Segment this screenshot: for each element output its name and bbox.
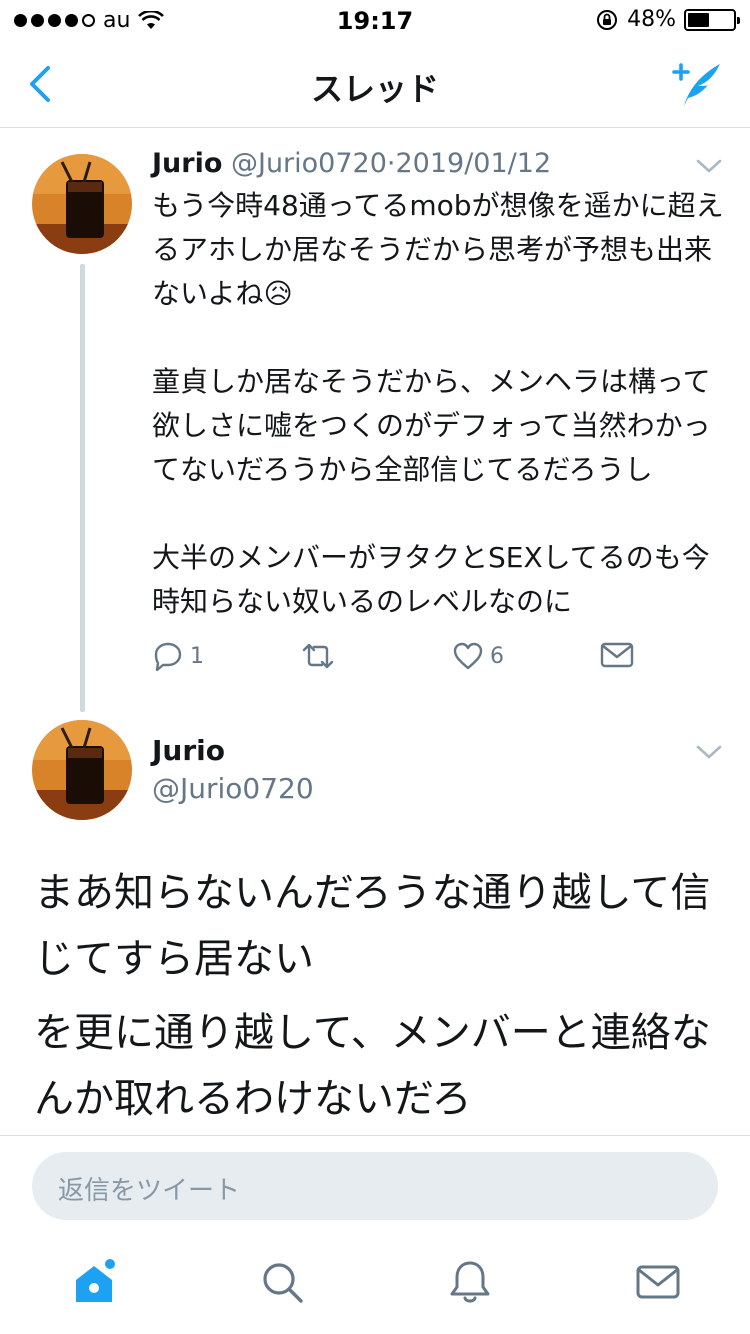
messages-envelope-icon[interactable] xyxy=(634,1258,682,1306)
tweet-paragraph: まあ知らないんだろうな通り越して信じてすら居ない xyxy=(34,870,711,982)
heart-icon xyxy=(453,642,483,670)
tweet-actions: 1 6 xyxy=(152,640,652,680)
tweet-date: 2019/01/12 xyxy=(395,148,552,179)
reply-action[interactable]: 1 xyxy=(152,640,204,672)
tab-bar xyxy=(0,1244,750,1334)
avatar[interactable] xyxy=(32,154,132,254)
envelope-icon xyxy=(600,642,634,668)
navigation-bar: スレッド xyxy=(0,40,750,128)
display-name[interactable]: Jurio xyxy=(152,734,225,767)
tweet-paragraph: 童貞しか居なそうだから、メンヘラは構って欲しさに嘘をつくのがデフォって当然わかっ… xyxy=(152,365,711,486)
focused-tweet-text: まあ知らないんだろうな通り越して信じてすら居ない を更に通り越して、メンバーと連… xyxy=(34,860,724,1140)
like-action[interactable]: 6 xyxy=(452,640,504,672)
page-title: スレッド xyxy=(310,70,439,108)
search-icon[interactable] xyxy=(258,1258,306,1306)
compose-tweet-icon[interactable] xyxy=(668,58,724,110)
reply-placeholder: 返信をツイート xyxy=(58,1176,241,1206)
reply-icon xyxy=(154,642,182,672)
rotation-lock-icon xyxy=(597,9,618,30)
display-name[interactable]: Jurio xyxy=(152,148,222,179)
battery-icon xyxy=(684,8,740,31)
retweet-icon xyxy=(302,643,334,669)
tweet-paragraph: を更に通り越して、メンバーと連絡なんか取れるわけないだろ xyxy=(34,1010,711,1122)
like-count: 6 xyxy=(490,643,504,669)
tweet-paragraph: もう今時48通ってるmobが想像を遥かに超えるアホしか居なそうだから思考が予想も… xyxy=(152,189,724,310)
notifications-bell-icon[interactable] xyxy=(446,1258,494,1306)
status-bar: au 19:17 48% xyxy=(0,0,750,40)
user-handle[interactable]: @Jurio0720 xyxy=(152,772,314,805)
tweet-header: Jurio @Jurio0720·2019/01/12 xyxy=(152,148,551,179)
reply-count: 1 xyxy=(190,643,204,669)
home-icon[interactable] xyxy=(72,1258,120,1306)
avatar[interactable] xyxy=(32,720,132,820)
retweet-action[interactable] xyxy=(300,640,342,672)
tweet-paragraph: 大半のメンバーがヲタクとSEXしてるのも今時知らない奴いるのレベルなのに xyxy=(152,541,710,618)
avatar-image xyxy=(32,154,132,254)
tweet-text: もう今時48通ってるmobが想像を遥かに超えるアホしか居なそうだから思考が予想も… xyxy=(152,184,732,668)
status-right: 48% xyxy=(595,7,740,32)
thread-connector xyxy=(80,264,85,712)
direct-message-action[interactable] xyxy=(600,640,634,670)
divider xyxy=(0,1135,750,1136)
user-handle[interactable]: @Jurio0720 xyxy=(231,148,387,179)
avatar-image xyxy=(32,720,132,820)
battery-fill xyxy=(688,12,710,27)
chevron-down-icon[interactable] xyxy=(696,158,722,174)
meta-separator: · xyxy=(386,148,396,179)
reply-input[interactable]: 返信をツイート xyxy=(32,1152,718,1220)
battery-percent: 48% xyxy=(627,7,676,32)
chevron-down-icon[interactable] xyxy=(696,744,722,760)
